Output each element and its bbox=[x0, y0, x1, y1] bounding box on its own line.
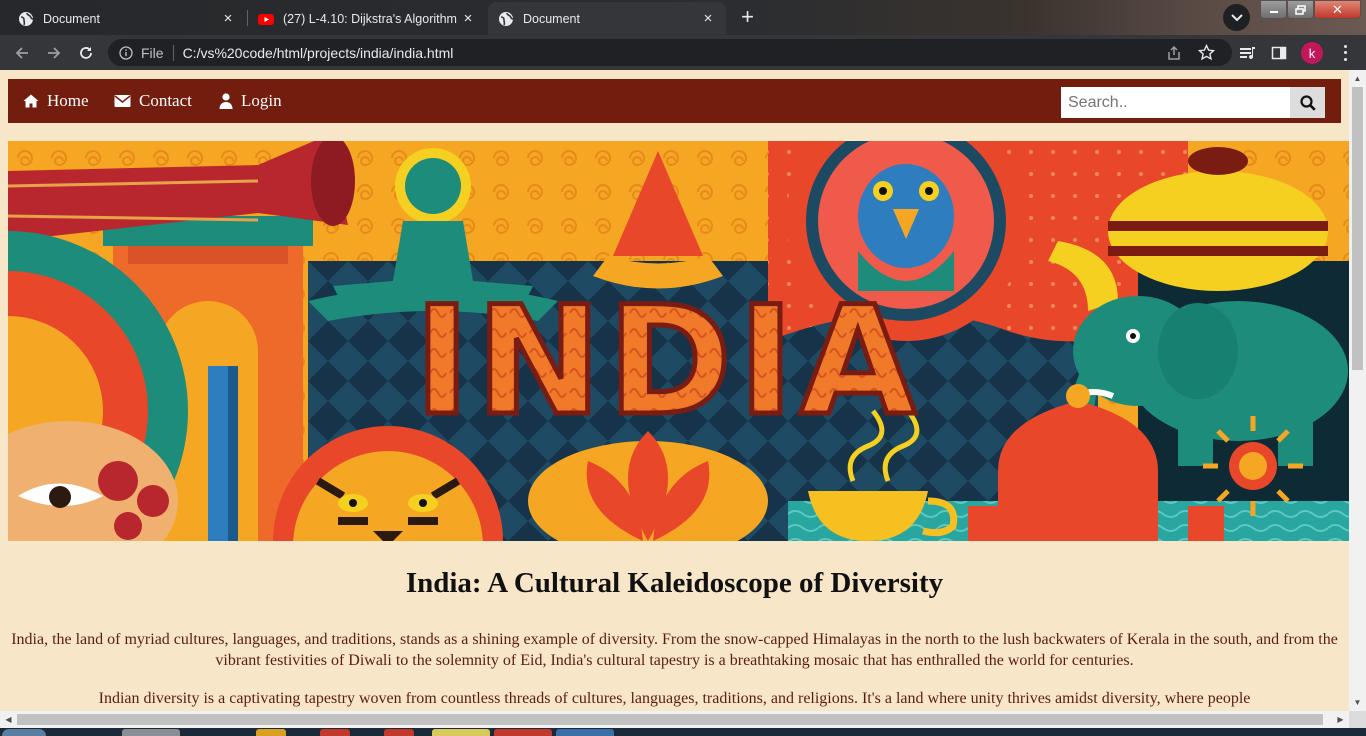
share-button[interactable] bbox=[1166, 39, 1182, 66]
nav-label: Home bbox=[47, 91, 89, 110]
window-close-button[interactable]: ✕ bbox=[1314, 0, 1361, 19]
dot bbox=[1343, 51, 1347, 55]
side-panel-button[interactable] bbox=[1270, 44, 1288, 62]
chevron-down-icon bbox=[1230, 13, 1243, 21]
youtube-icon bbox=[258, 13, 274, 25]
site-navbar: Home Contact Login bbox=[8, 79, 1341, 123]
hero-banner-image: INDIA bbox=[8, 141, 1349, 541]
vertical-scroll-thumb[interactable] bbox=[1352, 87, 1363, 370]
tab-close-button[interactable]: × bbox=[700, 10, 716, 27]
user-icon bbox=[219, 93, 233, 109]
minimize-icon bbox=[1269, 10, 1278, 13]
page-title: India: A Cultural Kaleidoscope of Divers… bbox=[405, 567, 944, 599]
browser-toolbar: File C:/vs%20code/html/projects/india/in… bbox=[0, 35, 1366, 70]
tab-title: (27) L-4.10: Dijkstra's Algorithm - bbox=[283, 11, 460, 26]
taskbar-app[interactable] bbox=[432, 729, 490, 736]
address-bar[interactable]: File C:/vs%20code/html/projects/india/in… bbox=[108, 39, 1232, 66]
home-icon bbox=[23, 94, 39, 108]
page-viewport: Home Contact Login Search.. INDIA India:… bbox=[0, 70, 1349, 711]
reload-icon bbox=[80, 47, 92, 59]
envelope-icon bbox=[114, 95, 131, 107]
os-taskbar bbox=[0, 728, 1366, 736]
tab-youtube[interactable]: (27) L-4.10: Dijkstra's Algorithm - × bbox=[248, 2, 486, 35]
tab-close-button[interactable]: × bbox=[460, 10, 476, 27]
start-button[interactable] bbox=[2, 729, 46, 736]
scroll-down-arrow-icon[interactable]: ▼ bbox=[1349, 694, 1366, 711]
tab-document-1[interactable]: Document × bbox=[8, 2, 246, 35]
vertical-scrollbar[interactable]: ▲ ▼ bbox=[1349, 70, 1366, 711]
tab-title: Document bbox=[523, 11, 580, 26]
window-minimize-button[interactable] bbox=[1260, 0, 1287, 19]
dot bbox=[1343, 58, 1347, 62]
nav-home-link[interactable]: Home bbox=[23, 79, 89, 123]
intro-paragraph: India, the land of myriad cultures, lang… bbox=[11, 631, 1338, 669]
scroll-right-arrow-icon[interactable]: ▶ bbox=[1332, 711, 1349, 728]
taskbar-app[interactable] bbox=[320, 729, 350, 736]
taskbar-app[interactable] bbox=[122, 729, 180, 736]
tab-title: Document bbox=[43, 11, 100, 26]
reading-list-button[interactable] bbox=[1239, 44, 1257, 62]
horizontal-scroll-thumb[interactable] bbox=[17, 714, 1323, 725]
browser-menu-button[interactable] bbox=[1336, 43, 1354, 63]
scroll-up-arrow-icon[interactable]: ▲ bbox=[1349, 70, 1366, 87]
new-tab-button[interactable]: + bbox=[735, 6, 760, 30]
site-search-input[interactable] bbox=[1061, 87, 1290, 118]
window-restore-button[interactable] bbox=[1287, 0, 1314, 19]
info-icon bbox=[119, 45, 133, 60]
share-icon bbox=[1168, 45, 1180, 60]
dot bbox=[1343, 44, 1347, 48]
scroll-left-arrow-icon[interactable]: ◀ bbox=[0, 711, 17, 728]
arrow-right-icon bbox=[48, 47, 61, 59]
taskbar-app[interactable] bbox=[384, 729, 414, 736]
tab-strip: Document × (27) L-4.10: Dijkstra's Algor… bbox=[0, 0, 1366, 35]
profile-avatar[interactable]: k bbox=[1301, 42, 1323, 64]
restore-icon bbox=[1295, 4, 1306, 15]
media-queue-icon bbox=[1240, 47, 1255, 60]
nav-contact-link[interactable]: Contact bbox=[114, 79, 192, 123]
diversity-paragraph: Indian diversity is a captivating tapest… bbox=[98, 690, 1251, 707]
arrow-left-icon bbox=[15, 47, 28, 59]
tab-document-active[interactable]: Document × bbox=[488, 2, 726, 35]
reload-button[interactable] bbox=[73, 40, 99, 66]
globe-icon bbox=[499, 11, 514, 26]
taskbar-app[interactable] bbox=[256, 729, 286, 736]
omnibox-divider bbox=[172, 44, 174, 61]
globe-icon bbox=[19, 11, 34, 26]
search-icon bbox=[1299, 94, 1316, 111]
side-panel-icon bbox=[1271, 46, 1287, 60]
tab-search-button[interactable] bbox=[1223, 4, 1250, 31]
star-icon bbox=[1198, 44, 1215, 61]
nav-login-link[interactable]: Login bbox=[219, 79, 282, 123]
horizontal-scrollbar[interactable]: ◀ ▶ bbox=[0, 711, 1349, 728]
bookmark-button[interactable] bbox=[1198, 39, 1215, 66]
scheme-label: File bbox=[141, 44, 164, 61]
back-button[interactable] bbox=[9, 40, 35, 66]
forward-button[interactable] bbox=[41, 40, 67, 66]
india-illustration: INDIA bbox=[8, 141, 1349, 541]
nav-label: Login bbox=[241, 91, 282, 110]
tab-close-button[interactable]: × bbox=[220, 10, 236, 27]
banner-india-text: INDIA bbox=[414, 275, 922, 449]
nav-label: Contact bbox=[139, 91, 192, 110]
url-text[interactable]: C:/vs%20code/html/projects/india/india.h… bbox=[183, 45, 454, 61]
taskbar-app[interactable] bbox=[556, 729, 614, 736]
site-search-button[interactable] bbox=[1290, 87, 1325, 118]
scrollbar-corner bbox=[1349, 711, 1366, 728]
taskbar-app[interactable] bbox=[494, 729, 552, 736]
